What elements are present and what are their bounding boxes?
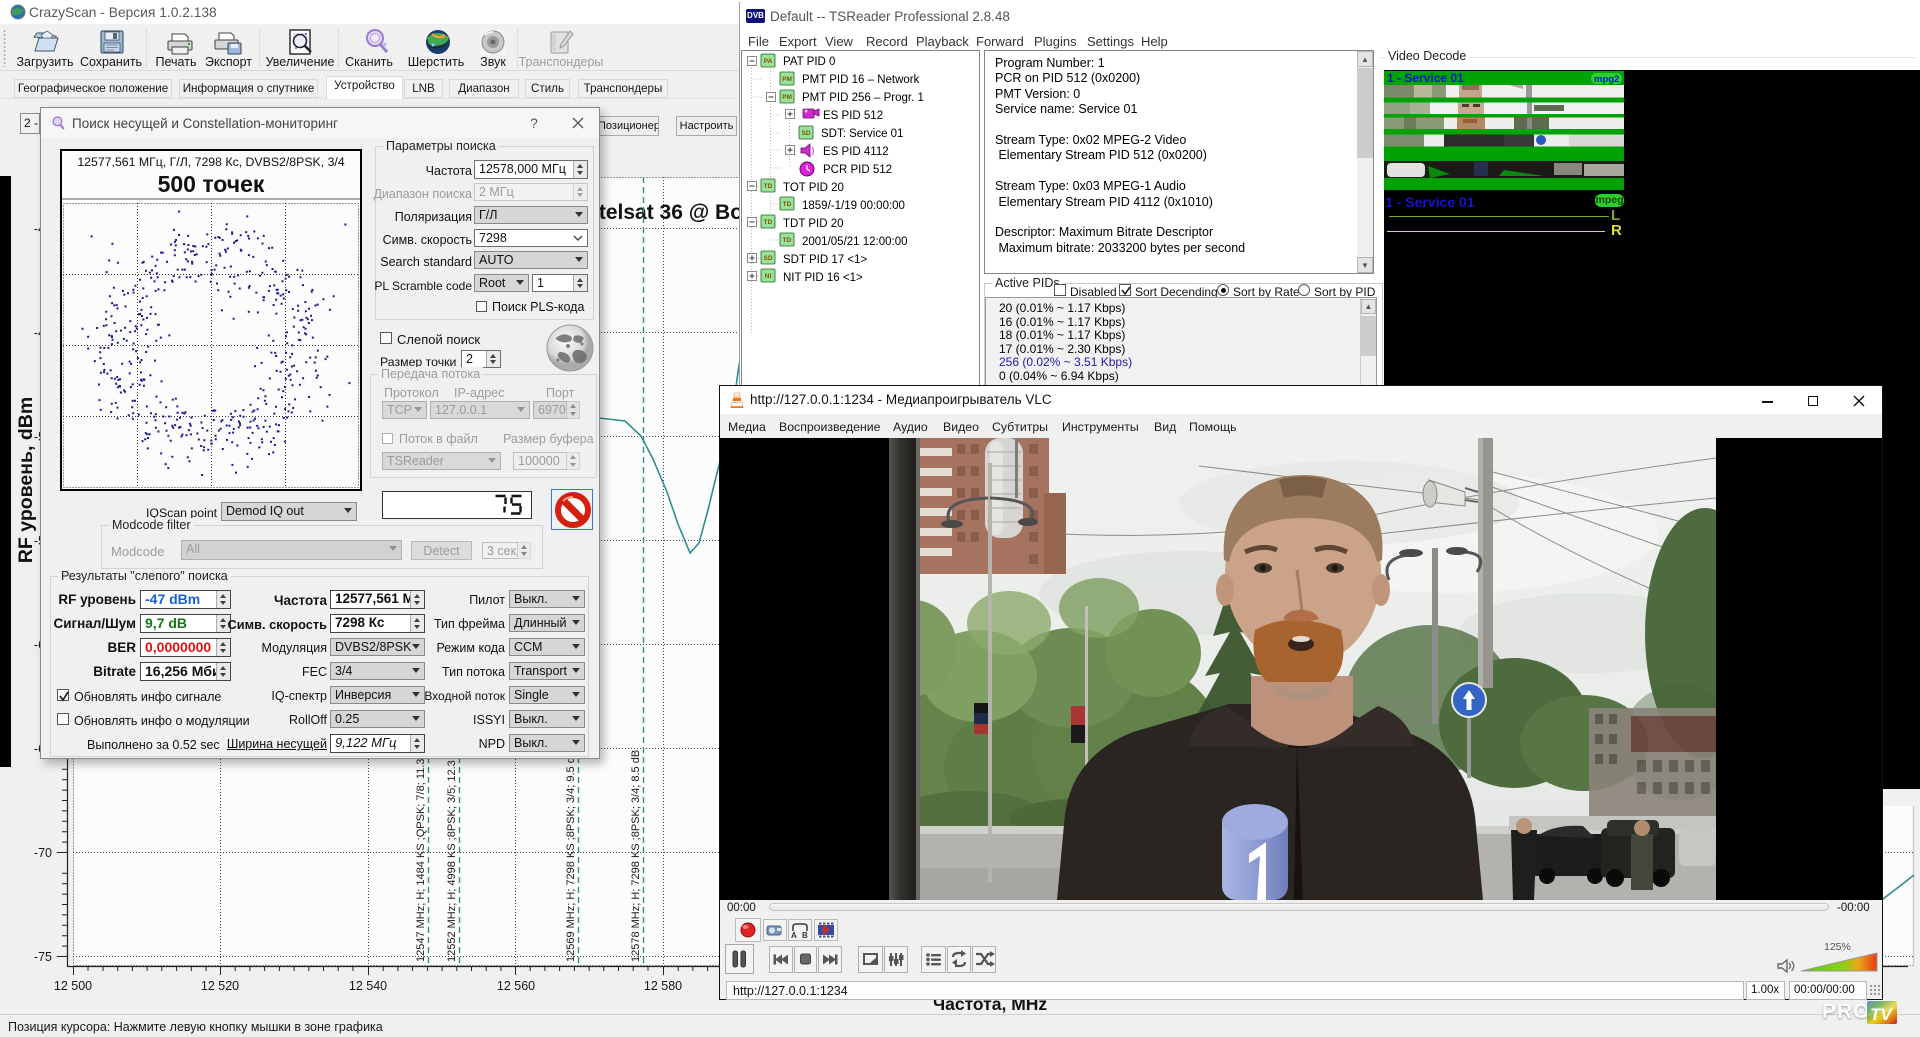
- svg-text:ES PID 512: ES PID 512: [823, 110, 883, 122]
- svg-text:12 580: 12 580: [644, 979, 682, 993]
- svg-text:12547 MHz; H; 1484 KS ;QPSK; 7: 12547 MHz; H; 1484 KS ;QPSK; 7/8; 11.3 d…: [415, 742, 427, 962]
- svg-text:SDT PID 17 <1>: SDT PID 17 <1>: [783, 254, 867, 266]
- svg-text:PMT PID 16 – Network: PMT PID 16 – Network: [802, 74, 920, 86]
- svg-text:1859/-1/19 00:00:00: 1859/-1/19 00:00:00: [802, 200, 905, 212]
- svg-text:SDT: Service 01: SDT: Service 01: [821, 128, 903, 140]
- svg-text:PA: PA: [764, 58, 773, 65]
- svg-text:TD: TD: [764, 219, 773, 226]
- svg-text:TD: TD: [764, 183, 773, 190]
- svg-text:SD: SD: [801, 130, 810, 137]
- svg-text:-75: -75: [34, 950, 52, 964]
- svg-text:TDT PID 20: TDT PID 20: [783, 218, 844, 230]
- svg-text:12578 MHz; H; 7298 KS ;8PSK; 3: 12578 MHz; H; 7298 KS ;8PSK; 3/4; 8.5 dB: [630, 750, 642, 962]
- svg-text:TV: TV: [1870, 1005, 1893, 1024]
- svg-text:-70: -70: [34, 846, 52, 860]
- svg-text:SD: SD: [763, 255, 772, 262]
- svg-text:TD: TD: [783, 201, 792, 208]
- svg-text:1 - Service 01: 1 - Service 01: [1387, 71, 1464, 85]
- svg-text:2001/05/21 12:00:00: 2001/05/21 12:00:00: [802, 236, 908, 248]
- svg-text:RF уровень, dBm: RF уровень, dBm: [15, 397, 37, 563]
- svg-text:12552 MHz; H; 4998 KS ;8PSK; 3: 12552 MHz; H; 4998 KS ;8PSK; 3/5; 12.3 d…: [446, 744, 458, 962]
- svg-text:12569 MHz; H; 7298 KS ;8PSK; 3: 12569 MHz; H; 7298 KS ;8PSK; 3/4; 9.5 dB: [565, 750, 577, 962]
- svg-text:PM: PM: [782, 94, 792, 101]
- svg-text:PMT PID 256 – Progr. 1: PMT PID 256 – Progr. 1: [802, 92, 924, 104]
- svg-text:NI: NI: [765, 273, 772, 280]
- svg-text:TD: TD: [783, 237, 792, 244]
- svg-text:PCR PID 512: PCR PID 512: [823, 164, 892, 176]
- svg-text:12 520: 12 520: [201, 979, 239, 993]
- svg-text:12 540: 12 540: [349, 979, 387, 993]
- svg-text:ES PID 4112: ES PID 4112: [823, 146, 889, 158]
- svg-text:NIT PID 16 <1>: NIT PID 16 <1>: [783, 272, 863, 284]
- svg-text:TOT PID 20: TOT PID 20: [783, 182, 844, 194]
- svg-text:B: B: [802, 931, 808, 940]
- svg-text:PAT PID 0: PAT PID 0: [783, 56, 835, 68]
- svg-text:A: A: [791, 931, 797, 940]
- svg-text:PM: PM: [782, 76, 792, 83]
- svg-text:12 560: 12 560: [497, 979, 535, 993]
- svg-text:12 500: 12 500: [54, 979, 92, 993]
- svg-text:mpg2: mpg2: [1594, 74, 1619, 85]
